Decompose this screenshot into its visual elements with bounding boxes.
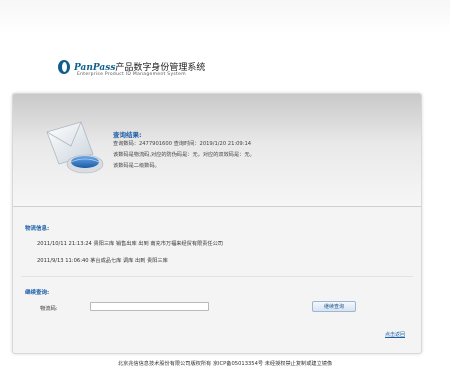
page-header: PanPass产品数字身份管理系统 Enterprise Product ID … xyxy=(0,0,450,88)
logistics-entry: 2011/10/11 21:13:24 贵阳三库 销售出库 出到 南充市万福来经… xyxy=(37,241,223,247)
panpass-logo-icon xyxy=(58,60,70,74)
result-title: 查询结果: xyxy=(113,131,142,139)
continue-query-button[interactable]: 继续查询 xyxy=(312,301,356,312)
continue-query-title: 继续查询: xyxy=(25,290,50,296)
mail-envelope-icon xyxy=(46,121,104,174)
result-code-level: 该数码是二级数码。 xyxy=(113,163,160,169)
brand-subtitle: Enterprise Product ID Management System xyxy=(77,72,186,77)
logistics-title: 物流信息: xyxy=(25,226,50,232)
result-code-type: 该数码是物流码,对应的防伪码是：无，对应的双效码是：无。 xyxy=(113,152,255,158)
logistics-code-label: 物流码: xyxy=(40,306,58,312)
result-query-info: 查询数码：2477901600 查询时间：2019/1/20 21:09:14 xyxy=(113,141,252,147)
section-divider xyxy=(21,276,413,277)
logistics-entry: 2011/9/13 11:06:40 茅台成品七库 调库 出到 贵阳三库 xyxy=(37,258,168,264)
back-link[interactable]: 点击返回 xyxy=(385,331,405,338)
main-panel: 查询结果: 查询数码：2477901600 查询时间：2019/1/20 21:… xyxy=(12,93,422,354)
logistics-code-input[interactable] xyxy=(90,302,209,311)
footer-copyright: 北京兆信信息技术股份有限公司版权所有 京ICP备05013354号 未经授权禁止… xyxy=(117,361,333,367)
